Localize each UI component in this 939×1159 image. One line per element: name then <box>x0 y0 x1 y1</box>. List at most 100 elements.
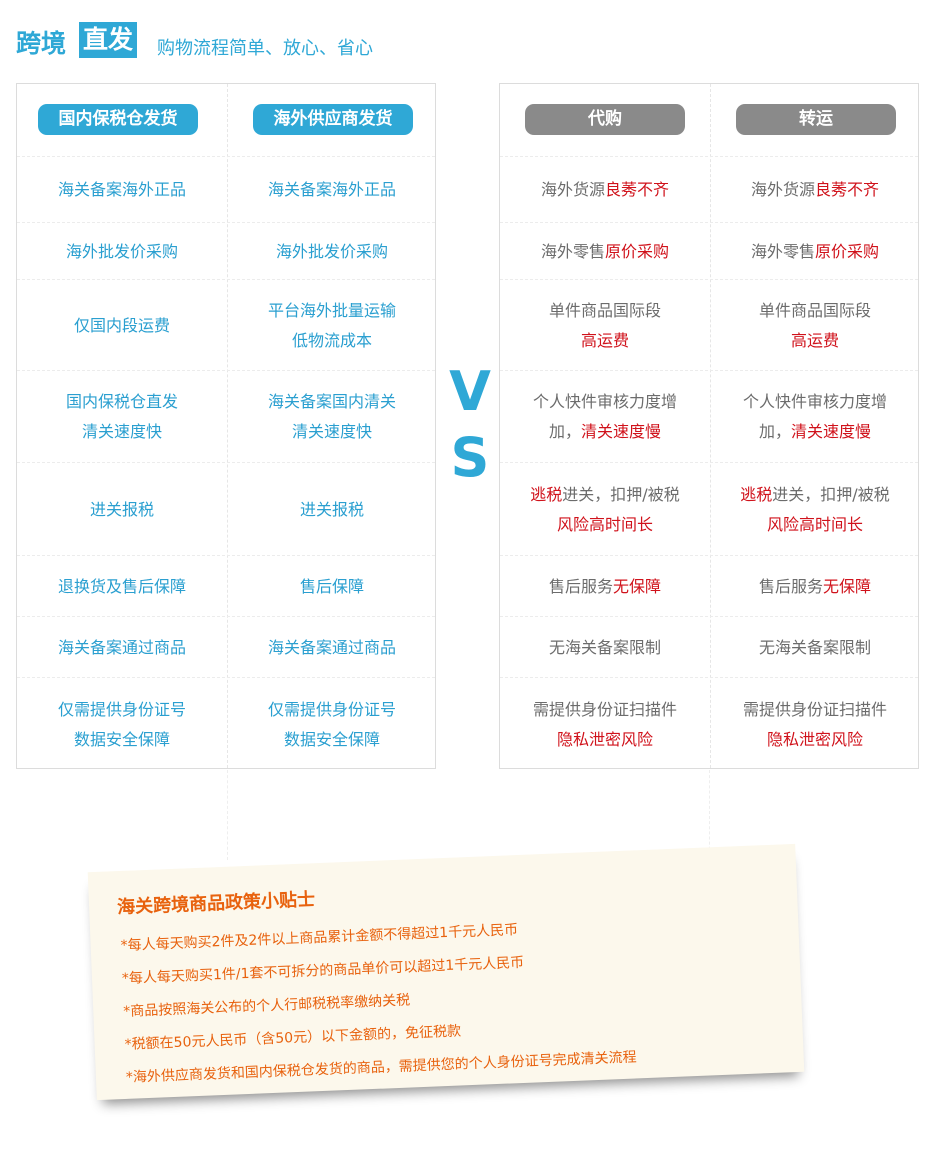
cell-text: 海外批发价采购 <box>275 241 388 261</box>
comparison-row: 需提供身份证扫描件 隐私泄密风险 需提供身份证扫描件 隐私泄密风险 <box>500 677 918 771</box>
cell-line: 隐私泄密风险 <box>557 725 653 755</box>
cell-text: 售后保障 <box>299 576 364 596</box>
cell-line: 进关报税 <box>300 495 364 525</box>
cell-line: 加，清关速度慢 <box>759 417 871 447</box>
comparison-cell: 海关备案海外正品 <box>227 157 437 223</box>
cell-line: 海外批发价采购 <box>66 237 178 267</box>
cell-line: 单件商品国际段 <box>759 296 871 326</box>
highlight-text: 隐私泄密风险 <box>766 729 863 749</box>
comparison-row: 单件商品国际段 高运费 单件商品国际段 高运费 <box>500 279 918 371</box>
cell-line: 无海关备案限制 <box>759 633 871 663</box>
tip-line-5: *海外供应商发货和国内保税仓发货的商品，需提供您的个人身份证号完成清关流程 <box>125 1049 637 1086</box>
cell-line: 售后服务无保障 <box>759 572 871 602</box>
highlight-text: 风险高时间长 <box>766 514 863 534</box>
comparison-cell: 海关备案通过商品 <box>17 617 227 678</box>
highlight-text: 风险高时间长 <box>556 514 653 534</box>
comparison-row: 国内保税仓直发 清关速度快 海关备案国内清关 清关速度快 <box>17 370 435 463</box>
cell-text: 平台海外批量运输 <box>267 300 396 320</box>
comparison-cell: 无海关备案限制 <box>500 617 710 678</box>
cell-text: 仅需提供身份证号 <box>57 699 186 719</box>
cell-line: 数据安全保障 <box>74 725 170 755</box>
cell-line: 海外货源良莠不齐 <box>751 175 879 205</box>
tip-line-1: *每人每天购买2件及2件以上商品累计金额不得超过1千元人民币 <box>120 922 519 955</box>
comparison-cell: 需提供身份证扫描件 隐私泄密风险 <box>500 678 710 771</box>
cell-line: 低物流成本 <box>292 326 372 356</box>
cell-text: 数据安全保障 <box>283 729 380 749</box>
cell-line: 需提供身份证扫描件 <box>533 695 677 725</box>
cell-line: 高运费 <box>791 326 839 356</box>
cell-line: 仅国内段运费 <box>74 311 170 341</box>
comparison-cell: 海外批发价采购 <box>17 223 227 280</box>
cell-line: 海外批发价采购 <box>276 237 388 267</box>
comparison-cell: 售后保障 <box>227 556 437 617</box>
comparison-cell: 海外货源良莠不齐 <box>710 157 920 223</box>
cell-text: 仅国内段运费 <box>73 315 170 335</box>
cross-border-panel: 国内保税仓发货 海外供应商发货 海关备案海外正品 海关备案海外正品 海外批发价采购海… <box>16 83 436 769</box>
comparison-cell: 个人快件审核力度增加，清关速度慢 <box>500 371 710 463</box>
cell-line: 清关速度快 <box>82 417 162 447</box>
cell-line: 隐私泄密风险 <box>767 725 863 755</box>
comparison-cell: 国内保税仓直发清关速度快 <box>17 371 227 463</box>
comparison-row: 个人快件审核力度增 加，清关速度慢 个人快件审核力度增 加，清关速度慢 <box>500 370 918 463</box>
cell-line: 国内保税仓直发 <box>66 387 178 417</box>
vs-letter-s: S <box>450 426 490 489</box>
cell-text: 加， <box>758 422 791 441</box>
highlight-text: 无保障 <box>613 576 662 596</box>
cell-text: 无海关备案限制 <box>758 637 871 657</box>
comparison-row: 海关备案通过商品 海关备案通过商品 <box>17 616 435 678</box>
cell-line: 个人快件审核力度增 <box>743 387 887 417</box>
cell-line: 售后服务无保障 <box>549 572 661 602</box>
cell-text: 售后服务 <box>548 576 613 596</box>
comparison-cell: 进关报税 <box>227 463 437 556</box>
comparison-cell: 退换货及售后保障 <box>17 556 227 617</box>
cell-text: 海外货源 <box>540 180 605 199</box>
highlight-text: 良莠不齐 <box>605 180 670 199</box>
cell-text: 海外零售 <box>540 241 605 261</box>
cell-text: 清关速度快 <box>291 422 372 441</box>
cell-text: 进关，扣押/被税 <box>772 484 890 504</box>
cell-text: 仅需提供身份证号 <box>267 699 396 719</box>
comparison-cell: 海外批发价采购 <box>227 223 437 280</box>
title-part2-highlight: 直发 <box>79 22 138 58</box>
highlight-text: 逃税 <box>530 484 563 504</box>
cell-text: 进关，扣押/被税 <box>562 484 680 504</box>
highlight-text: 隐私泄密风险 <box>556 729 653 749</box>
cell-text: 海关备案海外正品 <box>57 180 186 199</box>
cell-text: 进关报税 <box>299 499 364 519</box>
tips-title: 海关跨境商品政策小贴士 <box>116 889 316 919</box>
cell-text: 加， <box>548 422 581 441</box>
cell-text: 进关报税 <box>89 499 154 519</box>
cell-line: 加，清关速度慢 <box>549 417 661 447</box>
cell-text: 海关备案通过商品 <box>267 637 396 657</box>
cell-line: 逃税进关，扣押/被税 <box>740 480 889 510</box>
cell-line: 退换货及售后保障 <box>58 572 186 602</box>
comparison-row: 海外零售原价采购 海外零售原价采购 <box>500 222 918 280</box>
cell-text: 需提供身份证扫描件 <box>532 699 677 719</box>
cell-line: 海关备案海外正品 <box>268 175 396 205</box>
cell-line: 海关备案通过商品 <box>268 633 396 663</box>
comparison-cell: 无海关备案限制 <box>710 617 920 678</box>
comparison-row: 海外批发价采购 海外批发价采购 <box>17 222 435 280</box>
comparison-cell: 售后服务无保障 <box>500 556 710 617</box>
comparison-cell: 海外货源良莠不齐 <box>500 157 710 223</box>
cell-text: 海外零售 <box>750 241 815 261</box>
cell-text: 个人快件审核力度增 <box>532 392 677 411</box>
header-forwarding: 转运 <box>736 104 896 135</box>
comparison-cell: 需提供身份证扫描件隐私泄密风险 <box>710 678 920 771</box>
cell-line: 海外零售原价采购 <box>541 237 669 267</box>
cell-text: 数据安全保障 <box>73 729 170 749</box>
comparison-cell: 个人快件审核力度增 加，清关速度慢 <box>710 371 920 463</box>
comparison-cell: 海关备案通过商品 <box>227 617 437 678</box>
header-subtitle: 购物流程简单、放心、省心 <box>157 38 373 59</box>
comparison-cell: 仅需提供身份证号 数据安全保障 <box>227 678 437 771</box>
cell-text: 海外货源 <box>750 180 815 199</box>
comparison-row: 无海关备案限制 无海关备案限制 <box>500 616 918 678</box>
cell-line: 风险高时间长 <box>767 510 863 540</box>
cell-line: 仅需提供身份证号 <box>268 695 396 725</box>
comparison-cell: 仅国内段运费 <box>17 280 227 371</box>
cell-line: 需提供身份证扫描件 <box>743 695 887 725</box>
tip-line-3: *商品按照海关公布的个人行邮税税率缴纳关税 <box>123 992 411 1020</box>
policy-tips-note: 海关跨境商品政策小贴士 *每人每天购买2件及2件以上商品累计金额不得超过1千元人… <box>87 843 805 1101</box>
cell-text: 国内保税仓直发 <box>65 392 178 411</box>
comparison-row: 海外货源良莠不齐 海外货源良莠不齐 <box>500 156 918 223</box>
